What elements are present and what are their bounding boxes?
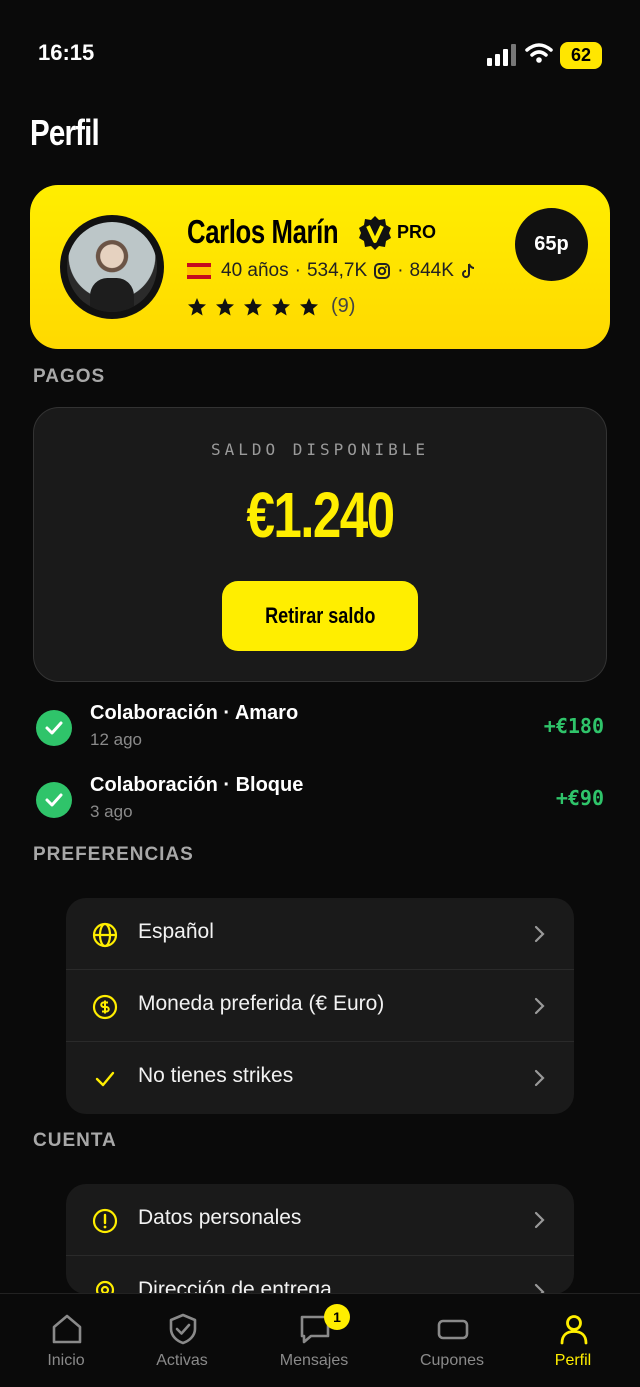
transaction-row[interactable]: Colaboración · Bloque 3 ago +€90 xyxy=(36,774,606,834)
points-badge[interactable]: 65p xyxy=(515,208,588,281)
unread-badge: 1 xyxy=(324,1304,350,1330)
user-icon xyxy=(560,1315,588,1345)
preference-label: No tienes strikes xyxy=(138,1064,294,1087)
transaction-date: 12 ago xyxy=(90,730,142,749)
battery-indicator: 62 xyxy=(560,42,602,69)
preference-label: Español xyxy=(138,920,214,943)
info-icon xyxy=(92,1208,118,1234)
preference-label: Moneda preferida (€ Euro) xyxy=(138,992,385,1015)
status-bar: 16:15 62 xyxy=(0,0,640,100)
preferences-list: Español Moneda preferida (€ Euro) No tie… xyxy=(66,898,574,1114)
separator: · xyxy=(294,260,301,281)
page-title: Perfil xyxy=(30,112,100,153)
nav-item-messages[interactable]: 1 Mensajes xyxy=(250,1294,378,1387)
bottom-nav: Inicio Activas 1 Mensajes Cupones Perfil xyxy=(0,1293,640,1387)
profile-card[interactable]: Carlos Marín PRO 40 años · 534,7K · 844K… xyxy=(30,185,610,349)
star-icon xyxy=(188,297,206,315)
withdraw-label: Retirar saldo xyxy=(264,603,376,628)
account-list: Datos personales Dirección de entrega xyxy=(66,1184,574,1294)
nav-item-coupons[interactable]: Cupones xyxy=(388,1294,516,1387)
section-label-payments: PAGOS xyxy=(33,366,106,387)
success-check-icon xyxy=(36,782,72,818)
globe-icon xyxy=(92,922,118,948)
nav-label: Perfil xyxy=(554,1352,592,1369)
transaction-amount: +€180 xyxy=(543,714,604,738)
preference-language[interactable]: Español xyxy=(66,898,574,970)
profile-age: 40 años xyxy=(221,260,289,281)
transaction-title: Colaboración · Amaro xyxy=(90,702,299,724)
profile-meta: 40 años · 534,7K · 844K xyxy=(187,260,478,282)
star-icon xyxy=(272,297,290,315)
coupon-icon xyxy=(437,1319,469,1340)
balance-amount: €1.240 xyxy=(246,479,396,551)
account-label: Dirección de entrega xyxy=(138,1278,332,1294)
transaction-row[interactable]: Colaboración · Amaro 12 ago +€180 xyxy=(36,702,606,762)
profile-name: Carlos Marín xyxy=(187,213,339,250)
nav-item-active[interactable]: Activas xyxy=(118,1294,246,1387)
star-icon xyxy=(216,297,234,315)
nav-label: Inicio xyxy=(47,1352,85,1369)
preference-currency[interactable]: Moneda preferida (€ Euro) xyxy=(66,970,574,1042)
spain-flag-icon xyxy=(187,263,211,279)
tiktok-followers: 844K xyxy=(409,260,454,281)
chevron-right-icon xyxy=(534,1069,545,1087)
instagram-followers: 534,7K xyxy=(306,260,368,281)
verified-badge-icon xyxy=(359,216,391,250)
account-personal-data[interactable]: Datos personales xyxy=(66,1184,574,1256)
section-label-account: CUENTA xyxy=(33,1130,117,1151)
account-delivery-address[interactable]: Dirección de entrega xyxy=(66,1256,574,1294)
instagram-icon xyxy=(374,263,391,279)
location-icon xyxy=(95,1280,115,1294)
withdraw-button[interactable]: Retirar saldo xyxy=(222,581,418,651)
star-icon xyxy=(300,297,318,315)
avatar[interactable] xyxy=(60,215,164,319)
success-check-icon xyxy=(36,710,72,746)
pro-label: PRO xyxy=(397,222,437,242)
rating-row: (9) xyxy=(187,295,355,318)
preference-strikes[interactable]: No tienes strikes xyxy=(66,1042,574,1114)
rating-count: (9) xyxy=(331,295,356,317)
nav-item-home[interactable]: Inicio xyxy=(2,1294,130,1387)
signal-icon xyxy=(487,44,516,66)
nav-item-profile[interactable]: Perfil xyxy=(509,1294,637,1387)
tiktok-icon xyxy=(461,263,474,278)
wifi-icon xyxy=(525,43,553,63)
section-label-preferences: PREFERENCIAS xyxy=(33,844,194,865)
transaction-title: Colaboración · Bloque xyxy=(90,774,304,796)
status-time: 16:15 xyxy=(38,40,95,65)
check-icon xyxy=(95,1071,115,1087)
chevron-right-icon xyxy=(534,925,545,943)
nav-label: Cupones xyxy=(419,1352,485,1369)
chevron-right-icon xyxy=(534,997,545,1015)
nav-label: Mensajes xyxy=(279,1352,349,1369)
nav-label: Activas xyxy=(156,1352,208,1369)
transaction-date: 3 ago xyxy=(90,802,133,821)
transaction-amount: +€90 xyxy=(555,786,604,810)
home-icon xyxy=(52,1314,82,1344)
coin-icon xyxy=(92,994,118,1020)
balance-label: SALDO DISPONIBLE xyxy=(210,440,430,459)
chevron-right-icon xyxy=(534,1211,545,1229)
shield-check-icon xyxy=(169,1313,197,1345)
separator: · xyxy=(397,260,404,281)
account-label: Datos personales xyxy=(138,1206,302,1229)
star-icon xyxy=(244,297,262,315)
